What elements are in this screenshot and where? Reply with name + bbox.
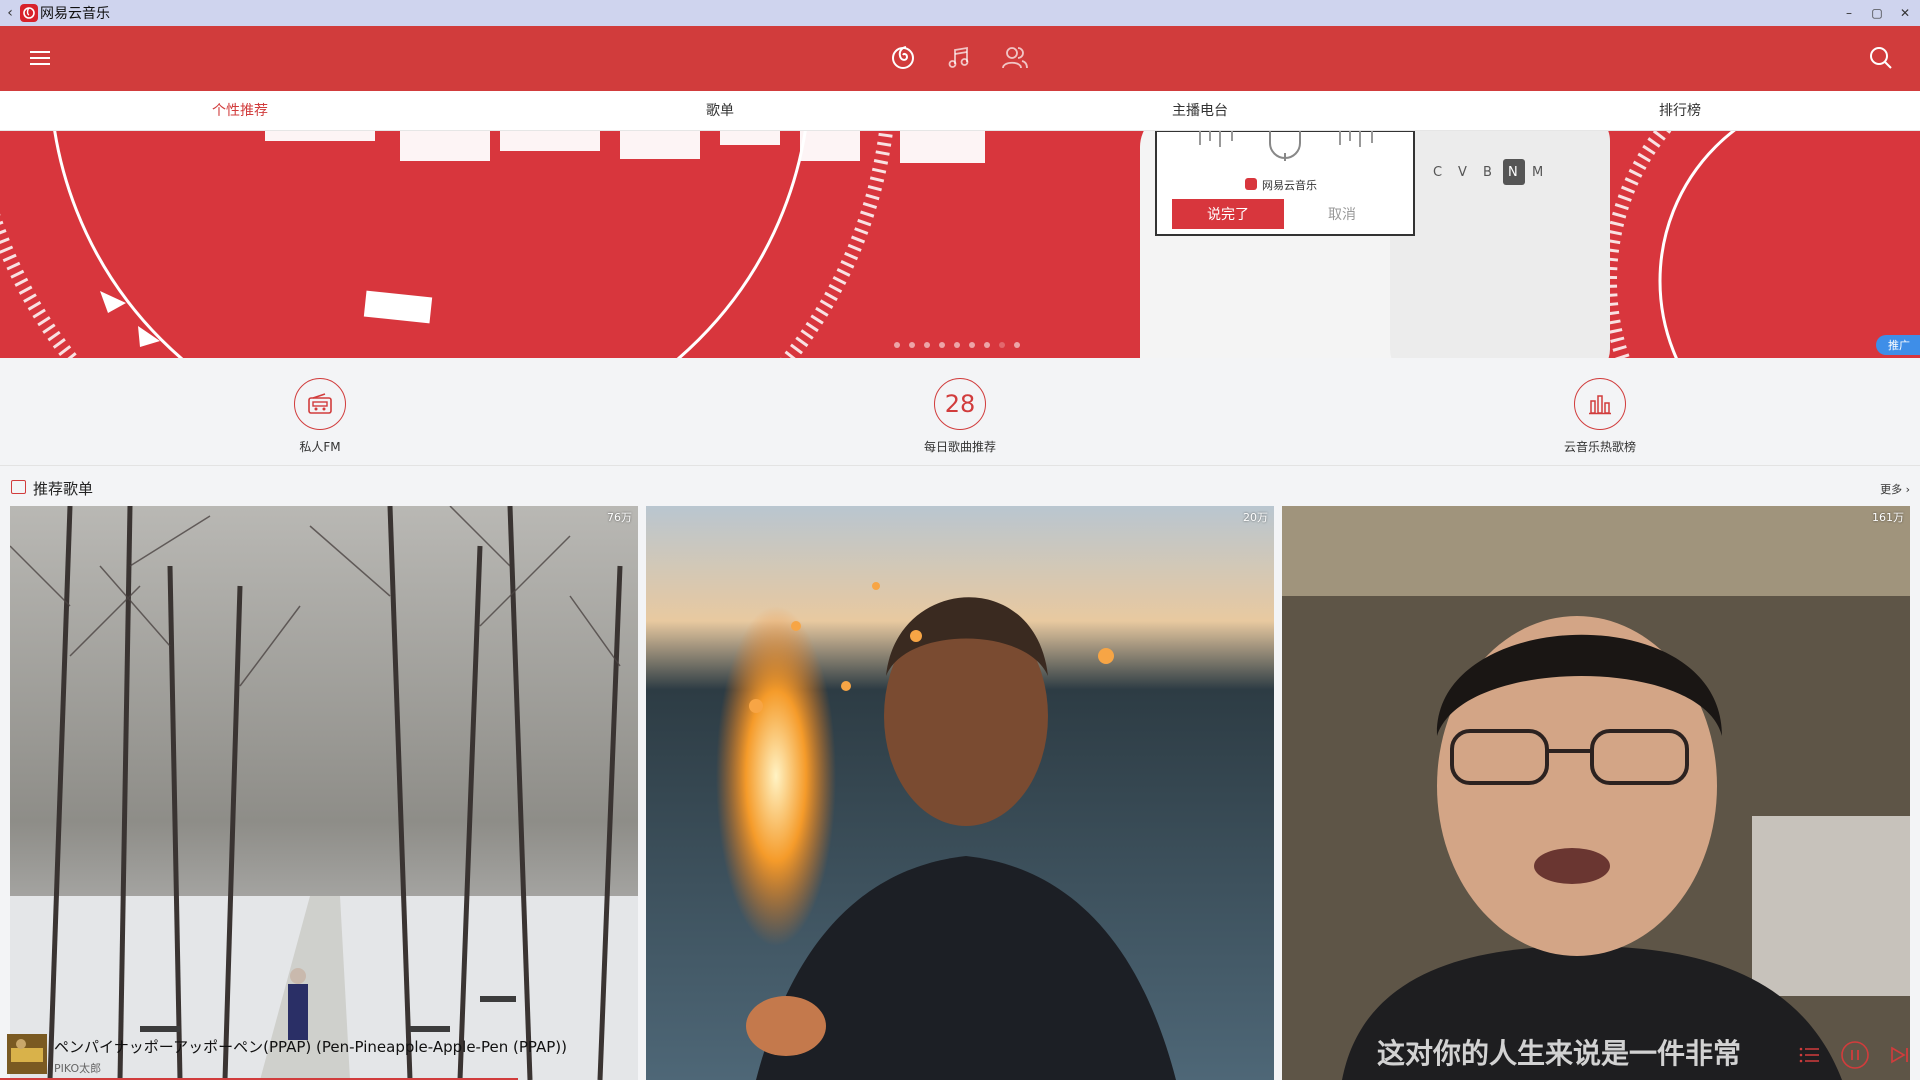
- banner-dot[interactable]: [924, 342, 930, 348]
- banner-dot[interactable]: [909, 342, 915, 348]
- hamburger-menu-icon[interactable]: [28, 48, 52, 68]
- next-icon[interactable]: [1884, 1040, 1914, 1070]
- tab-charts[interactable]: 排行榜: [1440, 91, 1920, 130]
- now-playing-artist: PIKO太郎: [54, 1062, 102, 1075]
- window-controls: – ▢ ✕: [1842, 0, 1912, 26]
- promo-badge: 推广: [1876, 335, 1920, 355]
- shortcut-label: 私人FM: [299, 440, 341, 454]
- play-count: 161万: [1872, 511, 1904, 524]
- banner-app-text: 网易云音乐: [1262, 178, 1317, 192]
- mini-player[interactable]: ペンパイナッポーアッポーペン(PPAP) (Pen-Pineapple-Appl…: [0, 1030, 1920, 1080]
- shortcut-daily-songs[interactable]: 28 每日歌曲推荐: [890, 378, 1030, 455]
- calendar-check-icon: [11, 480, 26, 494]
- banner-dot[interactable]: [969, 342, 975, 348]
- friends-icon[interactable]: [1000, 42, 1030, 72]
- bar-chart-icon: [1574, 378, 1626, 430]
- banner-artwork: 说完了 取消 网易云音乐 C V B N M: [0, 131, 1736, 358]
- banner-dot[interactable]: [939, 342, 945, 348]
- playlist-card[interactable]: 76万: [10, 506, 638, 1080]
- svg-text:V: V: [1458, 165, 1467, 180]
- radio-icon: [294, 378, 346, 430]
- playlist-cover-speaking-man: [1282, 506, 1910, 1080]
- promo-banner[interactable]: 说完了 取消 网易云音乐 C V B N M 推广: [0, 131, 1920, 358]
- playlist-card[interactable]: 161万 这对你的人生来说是一件非常: [1282, 506, 1910, 1080]
- shortcut-hot-chart[interactable]: 云音乐热歌榜: [1530, 378, 1670, 455]
- playlist-cover-snow-park: [10, 506, 638, 1080]
- banner-done-text: 说完了: [1207, 207, 1249, 223]
- recommended-playlists-header: 推荐歌单 更多 ›: [0, 472, 1920, 502]
- svg-text:M: M: [1532, 165, 1543, 180]
- minimize-icon[interactable]: –: [1842, 6, 1856, 20]
- tab-playlists[interactable]: 歌单: [480, 91, 960, 130]
- header-nav-icons: [888, 42, 1030, 72]
- playlist-cover-sparkler: [646, 506, 1274, 1080]
- play-count: 76万: [607, 511, 632, 524]
- shortcut-label: 每日歌曲推荐: [923, 440, 996, 454]
- window-titlebar: ‹ 网易云音乐 – ▢ ✕: [0, 0, 1920, 26]
- banner-pagination: [894, 342, 1020, 348]
- shortcut-private-fm[interactable]: 私人FM: [250, 378, 390, 455]
- section-title: 推荐歌单: [33, 480, 94, 498]
- banner-dot[interactable]: [1014, 342, 1020, 348]
- music-note-icon[interactable]: [944, 42, 974, 72]
- banner-dot[interactable]: [984, 342, 990, 348]
- banner-dot-active[interactable]: [999, 342, 1005, 348]
- close-icon[interactable]: ✕: [1898, 6, 1912, 20]
- main-tabs: 个性推荐 歌单 主播电台 排行榜: [0, 91, 1920, 131]
- chevron-left-icon[interactable]: ‹: [0, 5, 20, 21]
- playlist-card[interactable]: 20万: [646, 506, 1274, 1080]
- playlist-grid: 76万 20万 161万 这对你的人生来说是一件非常: [0, 506, 1920, 1080]
- window-title: 网易云音乐: [40, 6, 110, 22]
- app-header: [0, 26, 1920, 91]
- shortcut-label: 云音乐热歌榜: [1563, 440, 1636, 454]
- now-playing-title: ペンパイナッポーアッポーペン(PPAP) (Pen-Pineapple-Appl…: [54, 1038, 567, 1056]
- netease-music-icon[interactable]: [888, 42, 918, 72]
- svg-text:C: C: [1433, 165, 1442, 180]
- banner-cancel-text: 取消: [1328, 207, 1356, 223]
- now-playing-cover[interactable]: [7, 1034, 47, 1074]
- banner-dot[interactable]: [894, 342, 900, 348]
- shortcut-row: 私人FM 28 每日歌曲推荐 云音乐热歌榜: [0, 358, 1920, 466]
- more-link[interactable]: 更多 ›: [1880, 481, 1910, 497]
- more-label: 更多: [1880, 483, 1903, 496]
- svg-text:B: B: [1483, 165, 1492, 180]
- calendar-date-icon: 28: [934, 378, 986, 430]
- svg-text:N: N: [1508, 165, 1518, 180]
- tab-personal-recommend[interactable]: 个性推荐: [0, 91, 480, 130]
- tab-radio[interactable]: 主播电台: [960, 91, 1440, 130]
- pause-icon[interactable]: [1840, 1040, 1870, 1070]
- playlist-icon[interactable]: [1795, 1040, 1825, 1070]
- play-count: 20万: [1243, 511, 1268, 524]
- search-icon[interactable]: [1868, 45, 1894, 71]
- app-logo-icon: [20, 4, 38, 22]
- banner-dot[interactable]: [954, 342, 960, 348]
- maximize-icon[interactable]: ▢: [1870, 6, 1884, 20]
